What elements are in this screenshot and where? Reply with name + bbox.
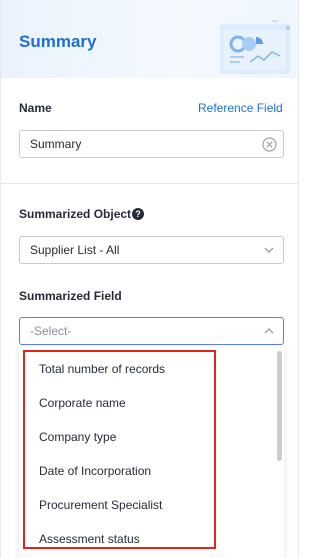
dashboard-illustration-icon	[220, 20, 290, 74]
chevron-down-icon	[261, 237, 277, 263]
dropdown-option[interactable]: Assessment status	[39, 532, 140, 546]
section-divider	[1, 183, 298, 184]
summarized-object-label: Summarized Object?	[19, 207, 145, 221]
name-input[interactable]: Summary	[19, 130, 284, 158]
summarized-object-value: Supplier List - All	[30, 243, 120, 257]
summarized-field-select[interactable]: -Select-	[19, 317, 284, 345]
summarized-field-label: Summarized Field	[19, 289, 122, 303]
dropdown-option[interactable]: Procurement Specialist	[39, 498, 162, 512]
help-icon[interactable]: ?	[132, 208, 145, 220]
summarized-field-placeholder: -Select-	[30, 324, 72, 338]
summarized-object-label-text: Summarized Object	[19, 207, 132, 221]
dropdown-option[interactable]: Company type	[39, 430, 116, 444]
name-input-value: Summary	[30, 137, 82, 151]
dropdown-scrollbar[interactable]	[277, 351, 282, 461]
chevron-up-icon	[261, 318, 277, 344]
dropdown-option[interactable]: Corporate name	[39, 396, 126, 410]
summarized-field-dropdown: Total number of records Corporate name C…	[19, 347, 284, 558]
clear-icon[interactable]	[261, 131, 277, 157]
reference-field-link[interactable]: Reference Field	[198, 101, 283, 115]
summary-panel: Summary Name Reference Field Summary Sum…	[0, 0, 299, 558]
dropdown-option[interactable]: Date of Incorporation	[39, 464, 151, 478]
summarized-object-select[interactable]: Supplier List - All	[19, 236, 284, 264]
dropdown-option[interactable]: Total number of records	[39, 362, 165, 376]
name-label: Name	[19, 101, 52, 115]
panel-header: Summary	[1, 0, 298, 78]
panel-title: Summary	[19, 32, 97, 51]
